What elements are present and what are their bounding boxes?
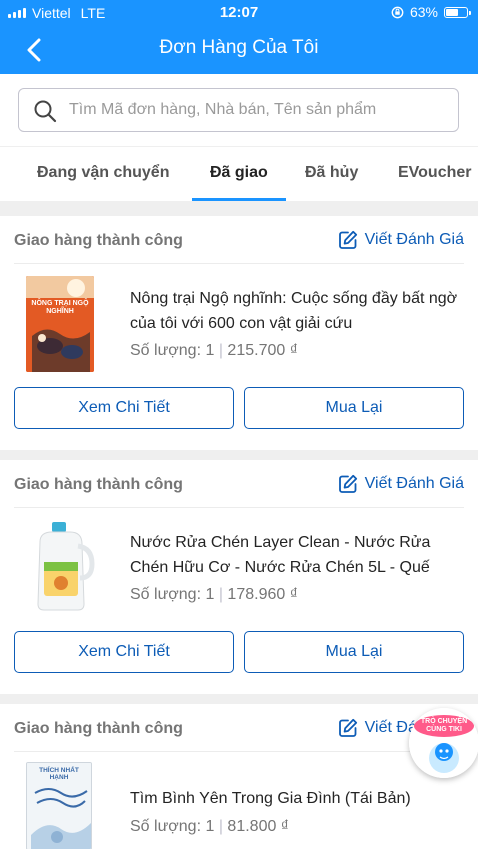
order-tabs: Đang vận chuyển Đã giao Đã hủy EVoucher [0,147,478,201]
write-review-label: Viết Đánh Giá [364,231,464,248]
chat-label-line2: CÙNG TIKI [426,726,462,733]
order-card-header: Giao hàng thành công Viết Đánh Giá [14,460,464,508]
product-thumbnail[interactable] [22,520,102,614]
search-box[interactable] [18,88,459,132]
product-name[interactable]: Nông trại Ngộ nghĩnh: Cuộc sống đầy bất … [130,286,460,336]
orientation-lock-icon [391,6,404,18]
order-status: Giao hàng thành công [14,476,183,493]
order-actions: Xem Chi Tiết Mua Lại [0,387,478,429]
product-thumbnail[interactable]: NÔNG TRẠI NGỘ NGHĨNH [26,276,94,372]
tab-evoucher[interactable]: EVoucher [398,147,472,201]
product-price: 81.800 ₫ [227,818,290,835]
edit-icon [338,474,357,493]
status-bar: Viettel LTE 12:07 63% [0,0,478,26]
search-icon [34,100,57,123]
battery-icon [444,6,471,18]
product-meta: Số lượng: 1 | 81.800 ₫ [130,818,289,836]
order-card: Giao hàng thành công Viết Đánh Giá Nước … [0,460,478,694]
chat-label-line1: TRÒ CHUYỆN [420,718,468,725]
status-right: 63% [391,4,471,20]
book-cover-image [26,276,94,372]
product-price: 215.700 ₫ [227,342,298,359]
app-header: Đơn Hàng Của Tôi [0,26,478,74]
order-status: Giao hàng thành công [14,232,183,249]
tab-shipping[interactable]: Đang vận chuyển [37,147,169,201]
product-meta: Số lượng: 1 | 215.700 ₫ [130,342,298,360]
search-input[interactable] [69,89,449,131]
product-name[interactable]: Tìm Bình Yên Trong Gia Đình (Tái Bản) [130,786,460,811]
edit-icon [338,718,357,737]
tab-delivered[interactable]: Đã giao [210,147,268,201]
view-details-button[interactable]: Xem Chi Tiết [14,387,234,429]
chat-label: TRÒ CHUYỆN CÙNG TIKI [409,718,478,734]
book-cover-author: THÍCH NHẤT HẠNH [39,767,79,781]
product-thumbnail[interactable]: THÍCH NHẤT HẠNH [26,762,92,849]
product-name[interactable]: Nước Rửa Chén Layer Clean - Nước Rửa Ché… [130,530,460,580]
product-quantity: Số lượng: 1 [130,586,215,603]
write-review-label: Viết Đánh Giá [364,475,464,492]
chat-with-tiki-button[interactable]: TRÒ CHUYỆN CÙNG TIKI [409,708,478,778]
active-tab-indicator [192,198,286,201]
edit-icon [338,230,357,249]
order-card-header: Giao hàng thành công Viết Đánh Giá [14,704,464,752]
view-details-button[interactable]: Xem Chi Tiết [14,631,234,673]
order-card-header: Giao hàng thành công Viết Đánh Giá [14,216,464,264]
battery-fill [446,8,458,16]
detergent-bottle-image [37,522,95,611]
book-cover-title: NÔNG TRẠI NGỘ NGHĨNH [31,300,89,315]
order-actions: Xem Chi Tiết Mua Lại [0,631,478,673]
page-title: Đơn Hàng Của Tôi [159,37,319,58]
rebuy-button[interactable]: Mua Lại [244,631,464,673]
search-section [0,74,478,146]
order-card: Giao hàng thành công Viết Đánh Giá NÔNG … [0,216,478,450]
order-card: Giao hàng thành công Viết Đánh Giá THÍCH… [0,704,478,849]
tab-cancelled[interactable]: Đã hủy [305,147,358,201]
product-quantity: Số lượng: 1 [130,818,215,835]
order-status: Giao hàng thành công [14,720,183,737]
product-quantity: Số lượng: 1 [130,342,215,359]
battery-percent: 63% [409,4,438,20]
rebuy-button[interactable]: Mua Lại [244,387,464,429]
product-price: 178.960 ₫ [227,586,298,603]
write-review-button[interactable]: Viết Đánh Giá [338,230,464,250]
product-meta: Số lượng: 1 | 178.960 ₫ [130,586,298,604]
write-review-button[interactable]: Viết Đánh Giá [338,474,464,494]
